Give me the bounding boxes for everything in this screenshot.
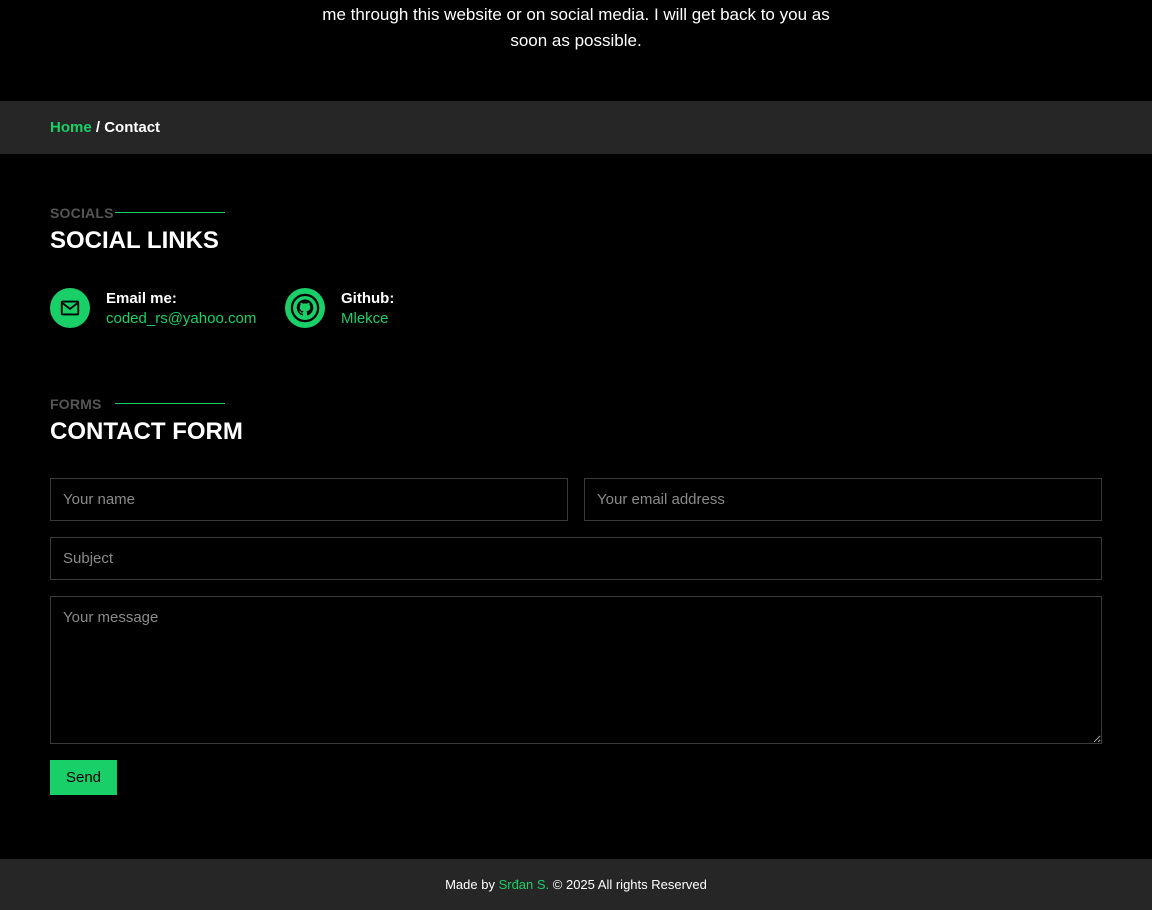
hero-intro-text: me through this website or on social med… <box>0 0 1152 101</box>
mail-icon <box>50 288 90 328</box>
socials-kicker: SOCIALS <box>50 205 114 221</box>
subject-input[interactable] <box>50 537 1102 580</box>
github-label: Github: <box>341 290 395 307</box>
hero-text-line-1: me through this website or on social med… <box>322 5 830 24</box>
social-links-title: SOCIAL LINKS <box>50 227 219 254</box>
forms-kicker-line <box>115 403 225 404</box>
github-icon <box>285 288 325 328</box>
breadcrumb-separator: / <box>91 119 105 136</box>
hero-text-line-2: soon as possible. <box>510 31 642 50</box>
email-label: Email me: <box>106 290 177 307</box>
github-link[interactable]: Mlekce <box>341 310 389 327</box>
breadcrumb-current: Contact <box>104 119 161 136</box>
forms-kicker: FORMS <box>50 396 102 412</box>
footer-copyright: © 2025 All rights Reserved <box>549 877 707 892</box>
message-textarea[interactable] <box>50 596 1102 744</box>
email-input[interactable] <box>584 478 1102 521</box>
email-link[interactable]: coded_rs@yahoo.com <box>106 310 256 327</box>
breadcrumb-bar: Home / Contact <box>0 101 1152 154</box>
breadcrumb-home-link[interactable]: Home <box>50 119 92 136</box>
socials-kicker-line <box>115 212 225 213</box>
social-item-github: Github: Mlekce <box>285 288 425 330</box>
social-item-email: Email me: coded_rs@yahoo.com <box>50 288 270 330</box>
footer: Made by Srđan S. © 2025 All rights Reser… <box>0 859 1152 910</box>
send-button[interactable]: Send <box>50 760 117 795</box>
footer-prefix: Made by <box>445 877 499 892</box>
breadcrumb: Home / Contact <box>50 119 160 136</box>
contact-form-title: CONTACT FORM <box>50 418 243 445</box>
name-input[interactable] <box>50 478 568 521</box>
footer-author-link[interactable]: Srđan S. <box>499 877 550 892</box>
